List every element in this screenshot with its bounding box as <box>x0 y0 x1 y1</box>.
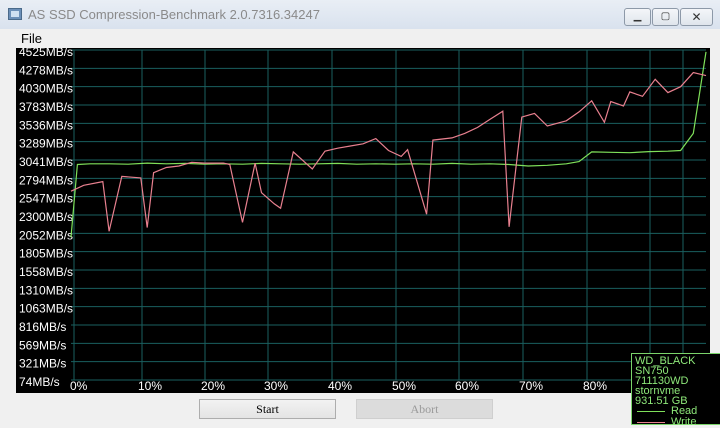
legend-write-row: Write <box>635 417 720 428</box>
y-axis-labels: 4525MB/s 4278MB/s 4030MB/s 3783MB/s 3536MB/s… <box>19 48 73 389</box>
menu-bar: File <box>0 29 720 48</box>
app-icon <box>8 8 22 20</box>
close-button[interactable]: ✕ <box>680 8 713 26</box>
chart-grid <box>71 49 706 381</box>
y-tick-label: 1558MB/s <box>19 265 73 279</box>
y-tick-label: 4030MB/s <box>19 82 73 96</box>
chart-canvas: 4525MB/s 4278MB/s 4030MB/s 3783MB/s 3536MB/s… <box>19 48 710 393</box>
y-tick-label: 1310MB/s <box>19 283 73 297</box>
y-tick-label: 2794MB/s <box>19 173 73 187</box>
abort-button[interactable]: Abort <box>356 399 493 419</box>
maximize-button[interactable]: ▢ <box>652 8 679 26</box>
x-axis-labels: 0%10%20%30%40%50%60%70%80%90%100% <box>70 379 710 393</box>
legend-read-label: Read <box>671 405 698 417</box>
y-tick-label: 3041MB/s <box>19 155 73 169</box>
window-title: AS SSD Compression-Benchmark 2.0.7316.34… <box>28 7 320 22</box>
x-tick-label: 10% <box>138 379 162 393</box>
x-tick-label: 70% <box>519 379 543 393</box>
x-tick-label: 0% <box>70 379 88 393</box>
drive-info-legend: WD_BLACK SN750 711130WD stornvme 931.51 … <box>631 353 720 428</box>
x-tick-label: 20% <box>201 379 225 393</box>
menu-file[interactable]: File <box>21 31 42 46</box>
y-tick-label: 569MB/s <box>19 338 66 352</box>
title-bar[interactable]: AS SSD Compression-Benchmark 2.0.7316.34… <box>0 0 720 29</box>
legend-write-swatch <box>637 422 665 423</box>
minimize-button[interactable]: ▁ <box>624 8 651 26</box>
y-tick-label: 4525MB/s <box>19 48 73 59</box>
y-tick-label: 3783MB/s <box>19 100 73 114</box>
start-button[interactable]: Start <box>199 399 336 419</box>
y-tick-label: 1805MB/s <box>19 247 73 261</box>
x-tick-label: 50% <box>392 379 416 393</box>
series-line-read <box>70 51 707 238</box>
legend-write-label: Write <box>671 416 697 428</box>
legend-read-swatch <box>637 411 665 412</box>
benchmark-chart: 4525MB/s 4278MB/s 4030MB/s 3783MB/s 3536MB/s… <box>16 48 720 428</box>
y-tick-label: 2052MB/s <box>19 228 73 242</box>
y-tick-label: 3536MB/s <box>19 118 73 132</box>
y-tick-label: 816MB/s <box>19 320 66 334</box>
y-tick-label: 1063MB/s <box>19 302 73 316</box>
drive-name: WD_BLACK SN750 <box>635 355 696 377</box>
app-window: AS SSD Compression-Benchmark 2.0.7316.34… <box>0 0 720 428</box>
chart-series <box>70 51 707 238</box>
y-tick-label: 3289MB/s <box>19 137 73 151</box>
x-tick-label: 40% <box>328 379 352 393</box>
y-tick-label: 4278MB/s <box>19 63 73 77</box>
y-tick-label: 321MB/s <box>19 357 66 371</box>
x-tick-label: 60% <box>455 379 479 393</box>
y-tick-label: 2547MB/s <box>19 192 73 206</box>
x-tick-label: 30% <box>264 379 288 393</box>
y-tick-label: 74MB/s <box>19 375 60 389</box>
y-tick-label: 2300MB/s <box>19 210 73 224</box>
x-tick-label: 80% <box>583 379 607 393</box>
